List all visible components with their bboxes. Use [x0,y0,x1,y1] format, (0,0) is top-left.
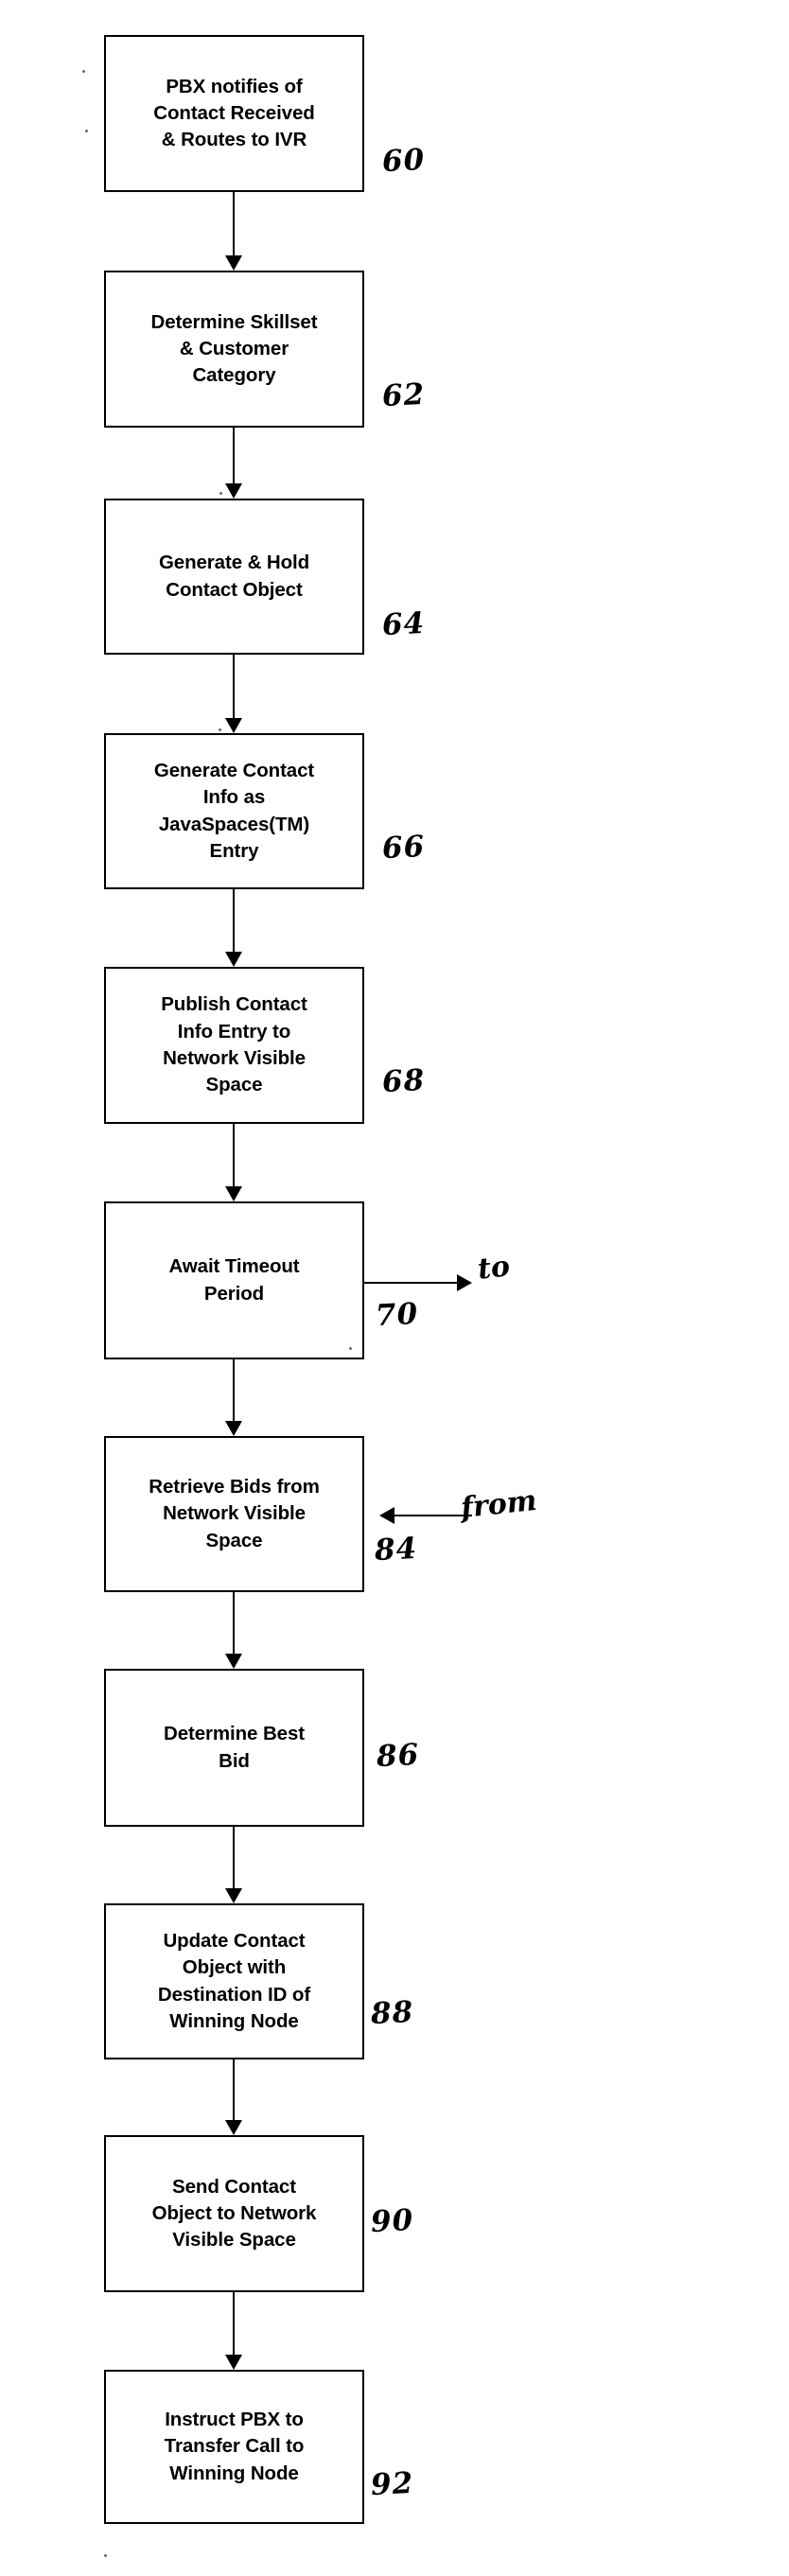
reference-numeral-92: 92 [370,2465,415,2503]
arrowhead-down-icon [225,255,242,271]
process-node-90: Send Contact Object to Network Visible S… [104,2135,364,2292]
flow-connector-n64-to-n66 [233,655,235,720]
offpage-out-note: to [476,1250,512,1287]
process-node-88: Update Contact Object with Destination I… [104,1903,364,2059]
arrowhead-down-icon [225,1888,242,1903]
offpage-in-arrowhead-icon [379,1507,394,1524]
process-node-62: Determine Skillset & Customer Category [104,271,364,428]
process-node-64: Generate & Hold Contact Object [104,499,364,655]
scan-speckle [219,492,222,495]
scan-speckle [104,2554,107,2557]
scan-speckle [219,728,221,731]
patent-figure-canvas: PBX notifies of Contact Received & Route… [0,0,789,2576]
offpage-in-line [393,1515,472,1516]
reference-numeral-70: 70 [375,1296,420,1334]
process-node-label: Await Timeout Period [168,1255,300,1305]
process-node-label: Update Contact Object with Destination I… [157,1929,311,2032]
flow-connector-n68-to-n70 [233,1124,235,1188]
arrowhead-down-icon [225,483,242,499]
scan-speckle [82,70,85,73]
flow-connector-n84-to-n86 [233,1592,235,1656]
reference-numeral-90: 90 [370,2202,415,2240]
process-node-label: Send Contact Object to Network Visible S… [151,2175,317,2252]
reference-numeral-68: 68 [381,1062,427,1100]
reference-numeral-66: 66 [381,829,427,867]
scan-speckle [349,1347,352,1350]
flow-connector-n66-to-n68 [233,889,235,954]
arrowhead-down-icon [225,1421,242,1436]
process-node-86: Determine Best Bid [104,1669,364,1827]
reference-numeral-88: 88 [370,1994,415,2032]
process-node-label: Determine Skillset & Customer Category [150,310,318,387]
process-node-66: Generate Contact Info as JavaSpaces(TM) … [104,733,364,889]
process-node-84: Retrieve Bids from Network Visible Space [104,1436,364,1592]
flow-connector-n86-to-n88 [233,1827,235,1890]
offpage-out-arrowhead-icon [457,1274,472,1291]
flow-connector-n70-to-n84 [233,1359,235,1423]
reference-numeral-60: 60 [381,142,427,180]
process-node-label: Publish Contact Info Entry to Network Vi… [161,993,307,1096]
arrowhead-down-icon [225,2355,242,2370]
arrowhead-down-icon [225,952,242,967]
arrowhead-down-icon [225,2120,242,2135]
scan-speckle [85,130,88,132]
arrowhead-down-icon [225,718,242,733]
arrowhead-down-icon [225,1186,242,1201]
flow-connector-n88-to-n90 [233,2059,235,2122]
offpage-out-line [364,1282,457,1284]
offpage-in-note: from [459,1483,539,1526]
flow-connector-n90-to-n92 [233,2292,235,2357]
reference-numeral-64: 64 [381,605,427,643]
reference-numeral-62: 62 [381,377,427,414]
process-node-label: Generate Contact Info as JavaSpaces(TM) … [153,759,315,862]
process-node-68: Publish Contact Info Entry to Network Vi… [104,967,364,1124]
process-node-60: PBX notifies of Contact Received & Route… [104,35,364,192]
process-node-label: PBX notifies of Contact Received & Route… [153,75,315,151]
process-node-label: Generate & Hold Contact Object [158,552,310,601]
flow-connector-n60-to-n62 [233,192,235,257]
process-node-92: Instruct PBX to Transfer Call to Winning… [104,2370,364,2524]
arrowhead-down-icon [225,1654,242,1669]
flow-connector-n62-to-n64 [233,428,235,485]
process-node-label: Instruct PBX to Transfer Call to Winning… [164,2409,305,2484]
reference-numeral-86: 86 [376,1737,421,1775]
process-node-label: Determine Best Bid [164,1723,305,1772]
process-node-70: Await Timeout Period [104,1201,364,1359]
reference-numeral-84: 84 [374,1531,419,1568]
process-node-label: Retrieve Bids from Network Visible Space [149,1476,320,1551]
